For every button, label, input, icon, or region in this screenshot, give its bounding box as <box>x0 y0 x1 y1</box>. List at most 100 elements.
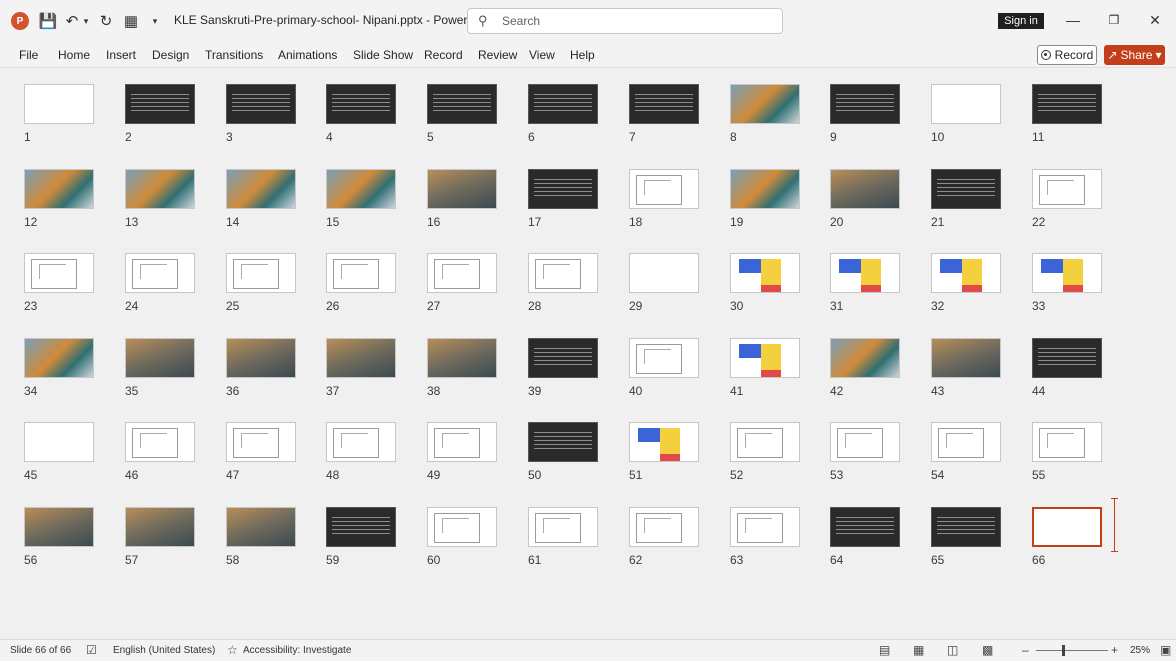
zoom-slider-thumb[interactable] <box>1062 645 1065 656</box>
slide-thumbnail[interactable] <box>125 338 195 378</box>
tab-slide-show[interactable]: Slide Show <box>353 48 413 62</box>
slide-thumbnail[interactable] <box>226 253 296 293</box>
language-indicator[interactable]: English (United States) <box>113 645 215 656</box>
slide-thumbnail[interactable] <box>528 253 598 293</box>
undo-icon[interactable]: ↶ <box>63 12 81 30</box>
notes-icon[interactable]: ▤ <box>879 643 890 657</box>
slide-thumbnail[interactable] <box>1032 507 1102 547</box>
tab-view[interactable]: View <box>529 48 555 62</box>
present-from-beginning-icon[interactable]: ▦ <box>122 12 140 30</box>
tab-design[interactable]: Design <box>152 48 189 62</box>
tab-animations[interactable]: Animations <box>278 48 337 62</box>
close-icon[interactable]: ✕ <box>1145 10 1165 30</box>
zoom-slider-track[interactable] <box>1036 650 1108 651</box>
slide-thumbnail[interactable] <box>24 169 94 209</box>
slide-thumbnail[interactable] <box>24 338 94 378</box>
slide-thumbnail[interactable] <box>629 169 699 209</box>
slide-thumbnail[interactable] <box>427 422 497 462</box>
slide-thumbnail[interactable] <box>528 422 598 462</box>
redo-icon[interactable]: ↻ <box>97 12 115 30</box>
slide-thumbnail[interactable] <box>528 338 598 378</box>
slide-thumbnail[interactable] <box>125 169 195 209</box>
slide-thumbnail[interactable] <box>931 169 1001 209</box>
reading-view-icon[interactable]: ◫ <box>947 643 958 657</box>
slide-thumbnail[interactable] <box>629 507 699 547</box>
zoom-out-icon[interactable]: – <box>1022 643 1029 657</box>
slide-thumbnail[interactable] <box>24 253 94 293</box>
slide-thumbnail[interactable] <box>830 253 900 293</box>
slide-thumbnail[interactable] <box>427 84 497 124</box>
slide-thumbnail[interactable] <box>326 169 396 209</box>
zoom-in-icon[interactable]: + <box>1111 643 1118 657</box>
slide-thumbnail[interactable] <box>326 338 396 378</box>
slide-thumbnail[interactable] <box>427 338 497 378</box>
slide-thumbnail[interactable] <box>629 422 699 462</box>
tab-home[interactable]: Home <box>58 48 90 62</box>
slide-thumbnail[interactable] <box>931 84 1001 124</box>
tab-insert[interactable]: Insert <box>106 48 136 62</box>
slide-thumbnail[interactable] <box>730 338 800 378</box>
slide-thumbnail[interactable] <box>528 169 598 209</box>
slide-thumbnail[interactable] <box>226 422 296 462</box>
slide-thumbnail[interactable] <box>427 253 497 293</box>
slide-thumbnail[interactable] <box>226 507 296 547</box>
restore-icon[interactable]: ❐ <box>1104 10 1124 30</box>
slide-thumbnail[interactable] <box>528 507 598 547</box>
slide-thumbnail[interactable] <box>931 422 1001 462</box>
minimize-icon[interactable]: — <box>1063 10 1083 30</box>
slide-thumbnail[interactable] <box>830 507 900 547</box>
search-box[interactable]: ⚲ Search <box>467 8 783 34</box>
tab-review[interactable]: Review <box>478 48 517 62</box>
share-button[interactable]: ↗ Share ▾ <box>1104 45 1165 65</box>
slide-thumbnail[interactable] <box>226 169 296 209</box>
slide-thumbnail[interactable] <box>326 422 396 462</box>
tab-record[interactable]: Record <box>424 48 463 62</box>
slide-thumbnail[interactable] <box>1032 169 1102 209</box>
slide-thumbnail[interactable] <box>629 253 699 293</box>
customize-toolbar-icon[interactable]: ▾ <box>149 12 161 30</box>
slide-thumbnail[interactable] <box>931 507 1001 547</box>
slide-thumbnail[interactable] <box>730 507 800 547</box>
slide-thumbnail[interactable] <box>730 84 800 124</box>
slide-sorter-view-icon[interactable]: ▦ <box>913 643 924 657</box>
slide-thumbnail[interactable] <box>226 84 296 124</box>
slide-thumbnail[interactable] <box>326 84 396 124</box>
slide-thumbnail[interactable] <box>528 84 598 124</box>
slide-show-view-icon[interactable]: ▩ <box>982 643 993 657</box>
record-button[interactable]: Record <box>1037 45 1097 65</box>
zoom-level[interactable]: 25% <box>1130 645 1150 656</box>
slide-thumbnail[interactable] <box>1032 253 1102 293</box>
slide-thumbnail[interactable] <box>730 169 800 209</box>
tab-file[interactable]: File <box>19 48 38 62</box>
slide-thumbnail[interactable] <box>1032 338 1102 378</box>
tab-help[interactable]: Help <box>570 48 595 62</box>
slide-thumbnail[interactable] <box>125 253 195 293</box>
sign-in-button[interactable]: Sign in <box>998 13 1044 29</box>
save-icon[interactable]: 💾 <box>39 12 58 30</box>
slide-counter[interactable]: Slide 66 of 66 <box>10 645 71 656</box>
accessibility-status[interactable]: Accessibility: Investigate <box>243 645 351 656</box>
tab-transitions[interactable]: Transitions <box>205 48 263 62</box>
slide-thumbnail[interactable] <box>326 507 396 547</box>
slide-thumbnail[interactable] <box>326 253 396 293</box>
slide-thumbnail[interactable] <box>830 169 900 209</box>
slide-thumbnail[interactable] <box>830 422 900 462</box>
slide-thumbnail[interactable] <box>125 84 195 124</box>
slide-thumbnail[interactable] <box>125 507 195 547</box>
slide-thumbnail[interactable] <box>730 253 800 293</box>
slide-thumbnail[interactable] <box>427 169 497 209</box>
slide-thumbnail[interactable] <box>629 84 699 124</box>
spelling-check-icon[interactable]: ☑ <box>86 643 97 657</box>
slide-thumbnail[interactable] <box>24 422 94 462</box>
slide-thumbnail[interactable] <box>931 253 1001 293</box>
slide-thumbnail[interactable] <box>830 338 900 378</box>
slide-thumbnail[interactable] <box>125 422 195 462</box>
undo-dropdown-icon[interactable]: ▾ <box>81 12 91 30</box>
slide-thumbnail[interactable] <box>931 338 1001 378</box>
slide-thumbnail[interactable] <box>629 338 699 378</box>
slide-thumbnail[interactable] <box>1032 422 1102 462</box>
slide-thumbnail[interactable] <box>226 338 296 378</box>
slide-thumbnail[interactable] <box>24 507 94 547</box>
slide-thumbnail[interactable] <box>1032 84 1102 124</box>
slide-thumbnail[interactable] <box>427 507 497 547</box>
